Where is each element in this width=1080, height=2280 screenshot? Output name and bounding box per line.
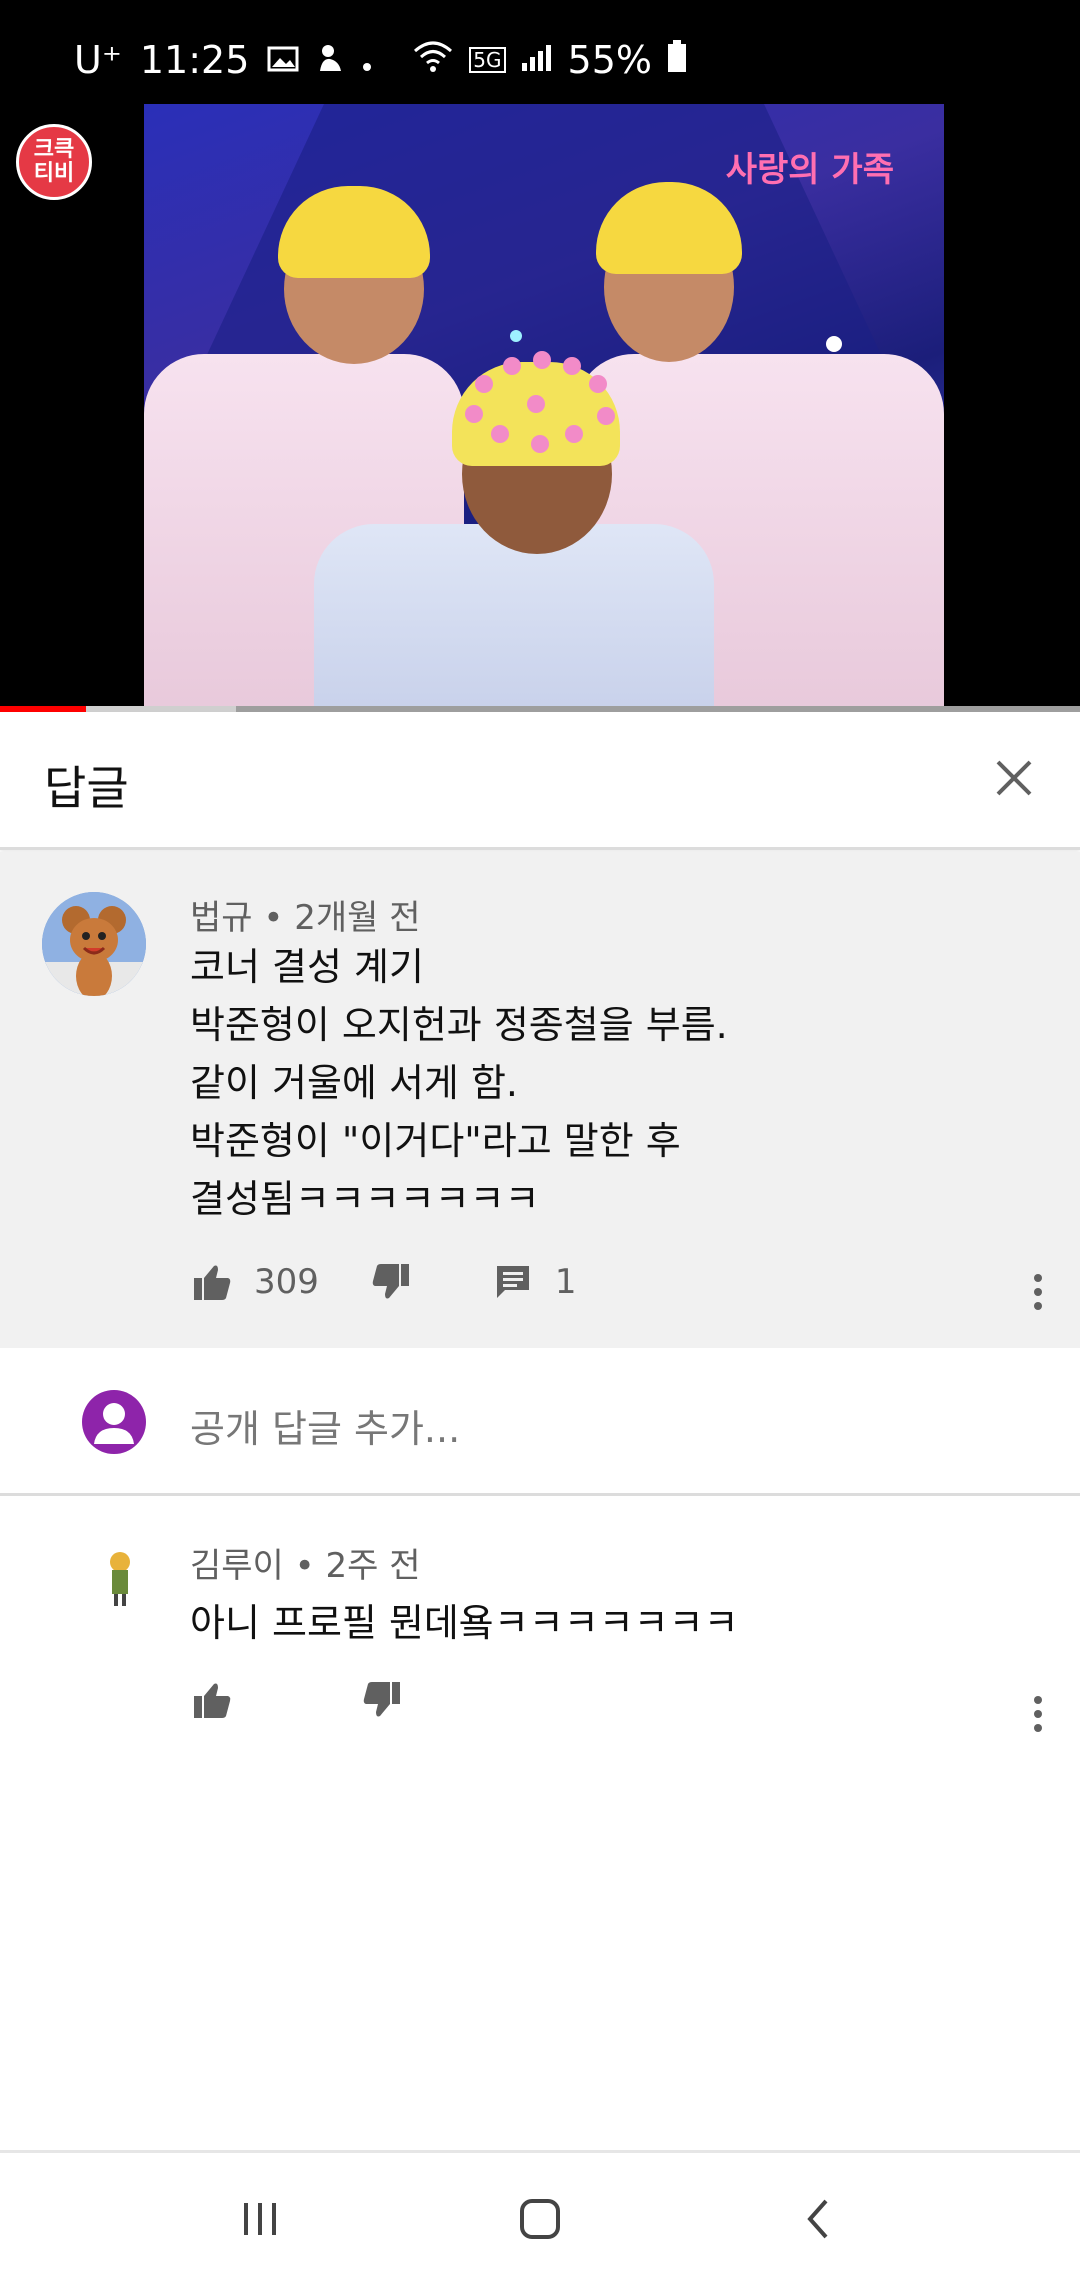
reply-text: 아니 프로필 뭔데욬ㅋㅋㅋㅋㅋㅋㅋ (190, 1601, 739, 1645)
cartoon-mouse-avatar-icon (42, 892, 146, 996)
meta-separator: • (263, 898, 284, 938)
comment-more-options-button[interactable] (1028, 1262, 1048, 1322)
add-reply-row: 공개 답글 추가... (0, 1348, 1080, 1496)
channel-watermark-line1: 크큭 (33, 137, 75, 162)
like-button[interactable] (190, 1260, 234, 1304)
comment-author[interactable]: 법규 (190, 898, 253, 938)
carrier-label: U⁺ (74, 38, 122, 82)
reply-author[interactable]: 김루이 (190, 1546, 284, 1586)
reply-actions (190, 1678, 404, 1722)
meta-separator: • (294, 1546, 315, 1586)
like-count: 309 (254, 1262, 319, 1302)
comment-icon (496, 1266, 529, 1298)
dislike-button[interactable] (360, 1678, 404, 1722)
close-icon (996, 760, 1032, 796)
back-icon (807, 2199, 828, 2239)
reply-more-options-button[interactable] (1028, 1684, 1048, 1744)
show-logo: 사랑의 가족 (725, 150, 894, 190)
status-bar: U⁺ 11:25 5G 55% (0, 0, 1080, 104)
recent-apps-icon (244, 2203, 276, 2235)
like-button[interactable] (190, 1678, 234, 1722)
replies-header: 답글 (0, 712, 1080, 850)
gallery-notification-icon (267, 38, 299, 82)
video-player[interactable]: 크큭 티비 사랑의 가족 (0, 104, 1080, 710)
current-user-avatar[interactable] (82, 1390, 146, 1454)
app-notification-icon (317, 38, 343, 82)
close-replies-button[interactable] (984, 748, 1044, 808)
thumbs-up-icon (194, 1683, 231, 1718)
parent-comment: 법규 • 2개월 전 코너 결성 계기 박준형이 오지헌과 정종철을 부름. 같… (0, 852, 1080, 1348)
thumbs-down-icon (372, 1264, 409, 1299)
thumbs-down-icon (363, 1682, 400, 1717)
reply-count-button[interactable]: 1 (493, 1262, 577, 1302)
recent-apps-button[interactable] (220, 2179, 300, 2259)
battery-icon (666, 38, 688, 82)
avatar[interactable] (42, 892, 146, 996)
clock: 11:25 (139, 38, 250, 82)
reply-input[interactable]: 공개 답글 추가... (190, 1398, 460, 1453)
status-right: 5G 55% (411, 38, 688, 82)
reply-timestamp: 2주 전 (325, 1546, 421, 1586)
dislike-button[interactable] (369, 1260, 413, 1304)
back-button[interactable] (780, 2179, 860, 2259)
user-silhouette-icon (94, 1403, 134, 1444)
wifi-icon (411, 38, 455, 82)
comment-meta: 법규 • 2개월 전 (190, 890, 421, 939)
comment-actions: 309 1 (190, 1260, 577, 1304)
comment-text: 코너 결성 계기 박준형이 오지헌과 정종철을 부름. 같이 거울에 서게 함.… (190, 945, 728, 1221)
reply-meta: 김루이 • 2주 전 (190, 1538, 421, 1587)
video-frame: 사랑의 가족 (144, 104, 944, 710)
signal-icon (520, 38, 554, 82)
channel-watermark: 크큭 티비 (16, 124, 92, 200)
reply-comment: 김루이 • 2주 전 아니 프로필 뭔데욬ㅋㅋㅋㅋㅋㅋㅋ (0, 1498, 1080, 1738)
thumbs-up-icon (194, 1265, 231, 1300)
avatar[interactable] (88, 1544, 152, 1608)
status-left: U⁺ 11:25 (74, 38, 373, 82)
home-button[interactable] (500, 2179, 580, 2259)
home-icon (520, 2199, 560, 2239)
replies-title: 답글 (44, 761, 129, 815)
comment-timestamp: 2개월 전 (294, 898, 421, 938)
reply-count: 1 (554, 1262, 577, 1302)
channel-watermark-line2: 티비 (33, 161, 75, 186)
network-type-label: 5G (469, 47, 506, 73)
battery-percentage: 55% (567, 38, 652, 82)
more-notifications-dot-icon (361, 38, 373, 82)
anime-character-avatar-icon (88, 1544, 152, 1608)
system-navigation-bar (0, 2150, 1080, 2280)
performer-center (144, 104, 944, 710)
